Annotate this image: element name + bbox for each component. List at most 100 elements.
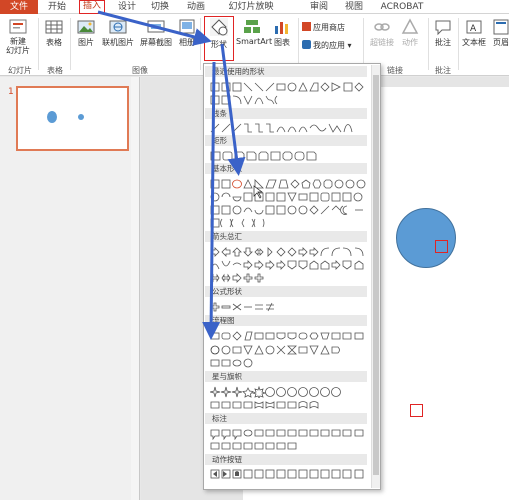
group-label-slides: 幻灯片 — [8, 66, 32, 75]
picture-button[interactable]: 图片 — [74, 18, 98, 48]
store-icon — [302, 22, 311, 31]
section-basic-shapes: 基本形状 — [205, 163, 367, 174]
tab-review[interactable]: 审阅 — [306, 0, 332, 14]
basic-shapes-row-4[interactable] — [210, 217, 368, 229]
tab-insert[interactable]: 插入 — [79, 0, 105, 14]
online-picture-icon — [109, 20, 127, 34]
smartart-label: SmartArt — [236, 37, 273, 46]
callouts-row-2[interactable] — [210, 441, 368, 453]
divider — [38, 18, 39, 70]
thumbnail-scrollbar[interactable] — [131, 77, 139, 500]
comment-label: 批注 — [435, 38, 451, 47]
app-store-button[interactable]: 应用商店 — [302, 22, 345, 34]
my-apps-button[interactable]: 我的应用 ▾ — [302, 40, 352, 52]
action-icon — [401, 18, 419, 34]
chevron-down-icon: ▾ — [345, 41, 352, 50]
slide-thumbnail-pane: 1 — [0, 77, 140, 500]
callouts-row-1[interactable] — [210, 428, 368, 440]
album-button[interactable]: 相册 — [176, 18, 198, 48]
textbox-button[interactable]: A 文本框 — [460, 18, 488, 48]
flowchart-row-3[interactable] — [210, 357, 368, 369]
tab-slideshow[interactable]: 幻灯片放映 — [223, 0, 279, 14]
recent-shapes-row-2[interactable] — [210, 94, 368, 106]
flowchart-row-1[interactable] — [210, 330, 368, 342]
stars-row-1[interactable] — [210, 386, 368, 398]
online-picture-label: 联机图片 — [102, 38, 134, 47]
section-action-buttons: 动作按钮 — [205, 454, 367, 465]
thumbnail-small-circle — [78, 114, 84, 120]
table-icon — [45, 20, 63, 34]
gallery-scrollbar[interactable] — [371, 65, 380, 488]
block-arrows-row-2[interactable] — [210, 259, 368, 271]
table-label: 表格 — [46, 38, 62, 47]
recent-shapes-row-1[interactable] — [210, 81, 368, 93]
basic-shapes-row-1[interactable] — [210, 178, 368, 190]
group-label-links: 链接 — [387, 66, 403, 75]
hyperlink-button[interactable]: 超链接 — [367, 18, 397, 48]
chart-button[interactable]: 图表 — [270, 18, 294, 48]
basic-shapes-row-3[interactable] — [210, 204, 368, 216]
section-equation-shapes: 公式形状 — [205, 286, 367, 297]
thumbnail-shapes — [47, 111, 84, 123]
divider — [428, 18, 429, 70]
tab-transitions[interactable]: 切换 — [147, 0, 173, 14]
tab-acrobat[interactable]: ACROBAT — [377, 0, 427, 14]
gallery-scrollbar-thumb[interactable] — [373, 75, 379, 475]
stars-row-2[interactable] — [210, 399, 368, 411]
tab-file[interactable]: 文件 — [0, 0, 38, 14]
chart-icon — [275, 22, 288, 34]
header-footer-button[interactable]: 页眉 — [490, 18, 509, 48]
chart-label: 图表 — [274, 38, 290, 47]
group-label-images: 图像 — [132, 66, 148, 75]
picture-label: 图片 — [78, 38, 94, 47]
section-recent-shapes: 最近使用的形状 — [205, 66, 367, 77]
tab-animations[interactable]: 动画 — [183, 0, 209, 14]
group-label-comments: 批注 — [435, 66, 451, 75]
shapes-gallery: 最近使用的形状 线条 矩形 基本形状 箭头总汇 公式形状 流程图 星与旗帜 标注… — [203, 63, 448, 490]
comment-button[interactable]: 批注 — [432, 18, 454, 48]
flowchart-row-2[interactable] — [210, 344, 368, 356]
action-button[interactable]: 动作 — [398, 18, 422, 48]
circle-shape[interactable] — [396, 208, 456, 268]
section-lines: 线条 — [205, 108, 367, 119]
screenshot-label: 屏幕截图 — [140, 38, 172, 47]
new-slide-button[interactable]: 新建 幻灯片 — [4, 18, 32, 55]
svg-text:A: A — [470, 24, 477, 34]
slide-thumbnail[interactable] — [16, 86, 129, 151]
new-slide-label: 新建 幻灯片 — [6, 37, 30, 55]
online-picture-button[interactable]: 联机图片 — [100, 18, 136, 48]
section-rectangles: 矩形 — [205, 135, 367, 146]
oval-shape-highlight-box — [435, 240, 448, 253]
smartart-button[interactable]: SmartArt — [236, 18, 272, 46]
slide-number: 1 — [8, 87, 14, 97]
album-label: 相册 — [179, 38, 195, 47]
shapes-highlight-box — [204, 16, 234, 61]
group-label-tables: 表格 — [47, 66, 63, 75]
screenshot-button[interactable]: 屏幕截图 — [138, 18, 174, 48]
link-icon — [374, 23, 390, 31]
tab-view[interactable]: 视图 — [341, 0, 367, 14]
action-buttons-row[interactable] — [210, 468, 368, 480]
block-arrows-row-3[interactable] — [210, 272, 368, 284]
tab-design[interactable]: 设计 — [114, 0, 140, 14]
section-stars-banners: 星与旗帜 — [205, 371, 367, 382]
equation-shapes-row[interactable] — [210, 301, 368, 313]
my-apps-label: 我的应用 — [313, 41, 345, 50]
header-footer-icon — [493, 19, 509, 35]
textbox-label: 文本框 — [462, 38, 486, 47]
rectangles-row[interactable] — [210, 150, 368, 162]
screenshot-icon — [147, 20, 165, 33]
section-flowchart: 流程图 — [205, 315, 367, 326]
lines-row[interactable] — [210, 122, 368, 134]
comment-icon — [435, 20, 451, 36]
tab-home[interactable]: 开始 — [44, 0, 70, 14]
block-arrows-row-1[interactable] — [210, 246, 368, 258]
basic-shapes-row-2[interactable] — [210, 191, 368, 203]
smartart-icon — [244, 20, 260, 33]
divider — [70, 18, 71, 70]
table-button[interactable]: 表格 — [42, 18, 66, 48]
divider — [458, 18, 459, 70]
textbox-icon: A — [466, 20, 482, 34]
divider — [200, 18, 201, 70]
section-callouts: 标注 — [205, 413, 367, 424]
